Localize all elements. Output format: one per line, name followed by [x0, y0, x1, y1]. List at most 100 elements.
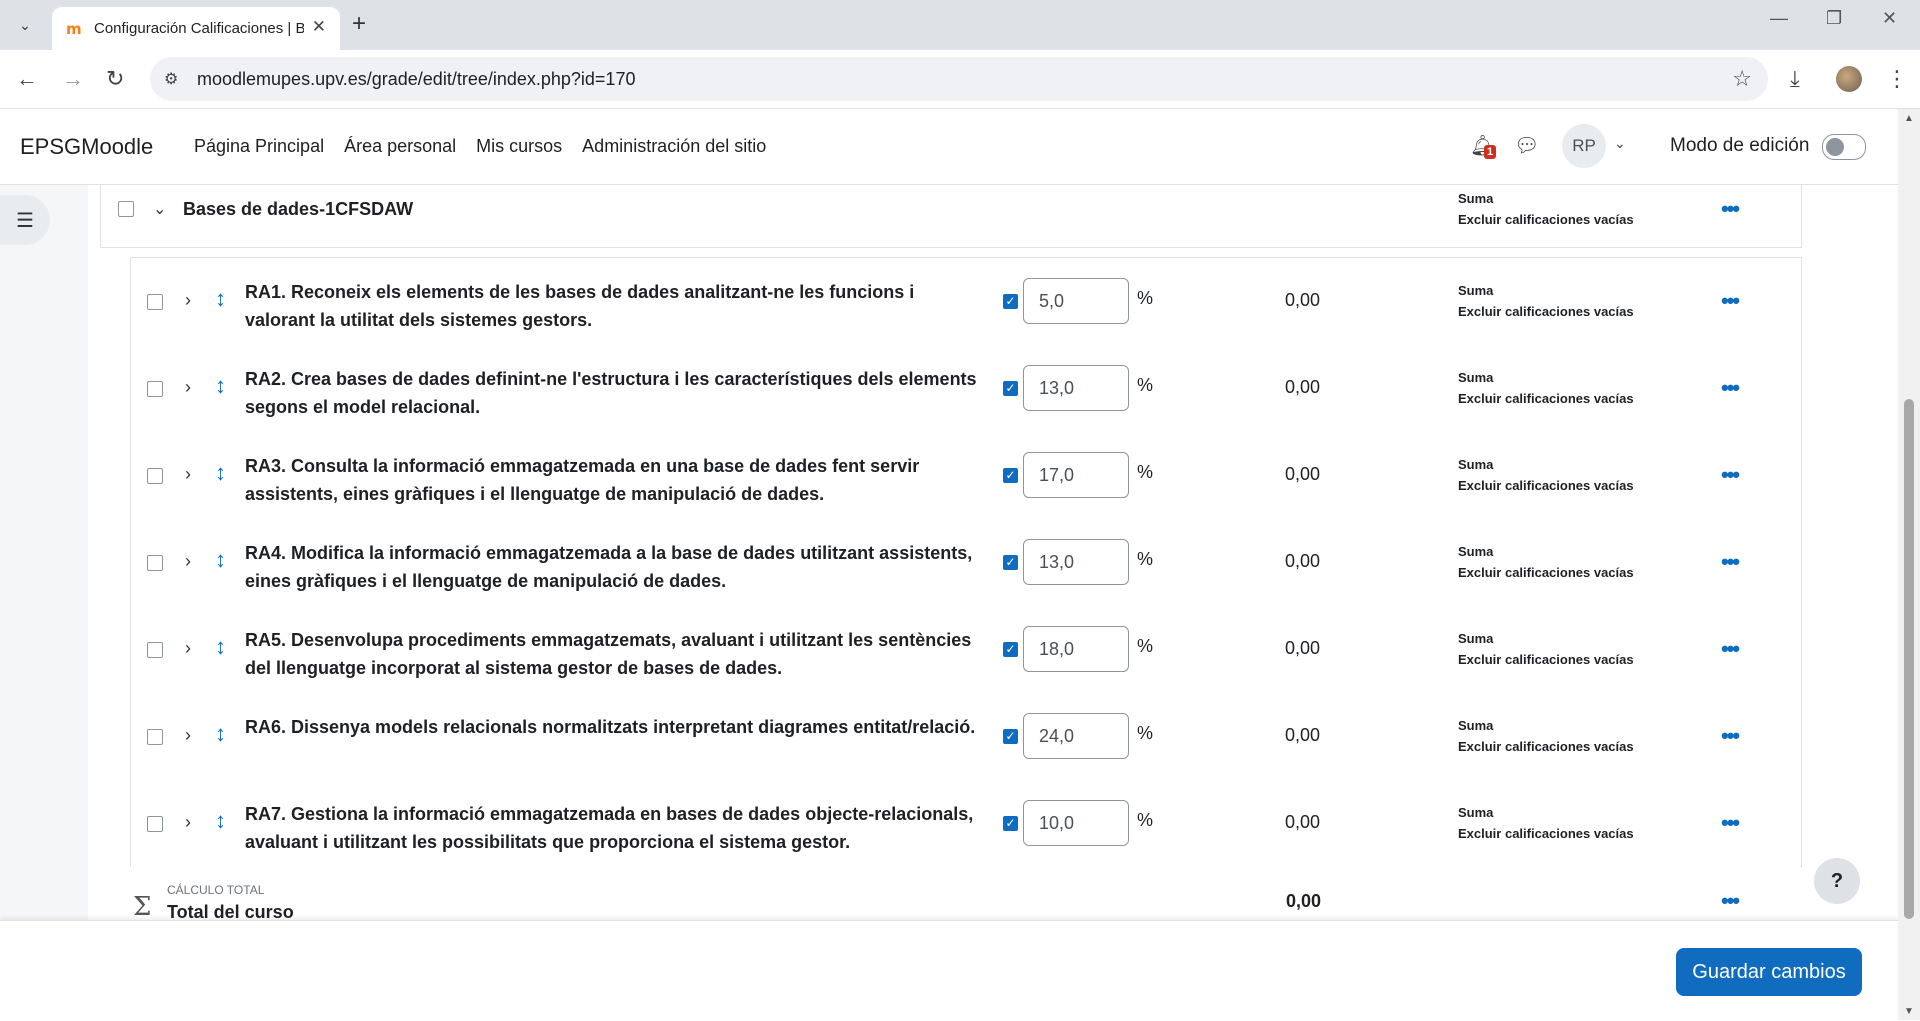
expand-chevron-icon[interactable]: › — [185, 464, 191, 485]
weight-input[interactable] — [1023, 278, 1129, 324]
grade-item-name[interactable]: RA3. Consulta la informació emmagatzemad… — [245, 452, 985, 508]
item-actions-menu-icon[interactable]: ••• — [1721, 812, 1740, 834]
collapse-chevron-icon[interactable]: ⌄ — [153, 199, 166, 219]
nav-link-dashboard[interactable]: Área personal — [344, 136, 456, 157]
move-arrows-icon[interactable]: ↕ — [215, 547, 226, 573]
weight-override-checkbox[interactable]: ✓ — [1003, 468, 1018, 483]
item-actions-menu-icon[interactable]: ••• — [1721, 551, 1740, 573]
download-icon[interactable]: ⤓ — [1790, 66, 1800, 92]
user-avatar[interactable]: RP — [1562, 124, 1606, 168]
aggregation-method: Suma — [1458, 805, 1494, 820]
expand-chevron-icon[interactable]: › — [185, 638, 191, 659]
user-menu-chevron-icon[interactable]: ⌄ — [1614, 135, 1626, 152]
bookmark-star-icon[interactable]: ☆ — [1732, 66, 1752, 92]
grade-item-name[interactable]: RA5. Desenvolupa procediments emmagatzem… — [245, 626, 985, 682]
minimize-icon[interactable]: — — [1770, 8, 1788, 29]
aggregation-note: Excluir calificaciones vacías — [1458, 652, 1634, 667]
weight-override-checkbox[interactable]: ✓ — [1003, 642, 1018, 657]
item-select-checkbox[interactable] — [147, 555, 163, 571]
move-arrows-icon[interactable]: ↕ — [215, 634, 226, 660]
item-actions-menu-icon[interactable]: ••• — [1721, 290, 1740, 312]
nav-link-my-courses[interactable]: Mis cursos — [476, 136, 562, 157]
grade-item-name[interactable]: RA7. Gestiona la informació emmagatzemad… — [245, 800, 985, 856]
weight-input[interactable] — [1023, 452, 1129, 498]
page-scrollbar[interactable]: ▲ ▼ — [1898, 109, 1920, 1020]
scroll-up-icon[interactable]: ▲ — [1904, 113, 1914, 124]
item-actions-menu-icon[interactable]: ••• — [1721, 638, 1740, 660]
edit-mode-toggle[interactable] — [1822, 134, 1866, 160]
help-button[interactable]: ? — [1814, 858, 1860, 904]
aggregation-note: Excluir calificaciones vacías — [1458, 565, 1634, 580]
item-actions-menu-icon[interactable]: ••• — [1721, 464, 1740, 486]
move-arrows-icon[interactable]: ↕ — [215, 373, 226, 399]
item-select-checkbox[interactable] — [147, 381, 163, 397]
grade-item-name[interactable]: RA2. Crea bases de dades definint-ne l'e… — [245, 365, 985, 421]
expand-chevron-icon[interactable]: › — [185, 290, 191, 311]
url-text[interactable]: moodlemupes.upv.es/grade/edit/tree/index… — [197, 69, 635, 90]
move-arrows-icon[interactable]: ↕ — [215, 286, 226, 312]
nav-link-home[interactable]: Página Principal — [194, 136, 324, 157]
percent-sign: % — [1137, 723, 1154, 743]
item-aggregation: Suma Excluir calificaciones vacías — [1458, 715, 1634, 757]
grade-item-name[interactable]: RA6. Dissenya models relacionals normali… — [245, 713, 985, 741]
omnibox[interactable]: ⚙ moodlemupes.upv.es/grade/edit/tree/ind… — [150, 57, 1768, 101]
item-select-checkbox[interactable] — [147, 642, 163, 658]
course-index-drawer-button[interactable]: ☰ — [0, 195, 50, 245]
messages-chat-icon[interactable]: 💬︎ — [1514, 133, 1539, 158]
total-actions-menu-icon[interactable]: ••• — [1721, 890, 1740, 912]
weight-input[interactable] — [1023, 365, 1129, 411]
browser-menu-icon[interactable]: ⋮ — [1886, 66, 1908, 92]
weight-override-checkbox[interactable]: ✓ — [1003, 555, 1018, 570]
notifications-bell-icon[interactable]: 🔔︎ 1 — [1470, 133, 1497, 159]
close-window-icon[interactable]: ✕ — [1882, 8, 1897, 29]
item-select-checkbox[interactable] — [147, 294, 163, 310]
item-select-checkbox[interactable] — [147, 468, 163, 484]
item-actions-menu-icon[interactable]: ••• — [1721, 725, 1740, 747]
tab-search-icon[interactable]: ⌄ — [10, 12, 40, 38]
move-arrows-icon[interactable]: ↕ — [215, 460, 226, 486]
restore-icon[interactable]: ❐ — [1826, 8, 1842, 29]
grade-item-name[interactable]: RA4. Modifica la informació emmagatzemad… — [245, 539, 985, 595]
category-select-checkbox[interactable] — [118, 201, 134, 217]
item-select-checkbox[interactable] — [147, 729, 163, 745]
site-brand[interactable]: EPSGMoodle — [20, 134, 153, 160]
weight-override-checkbox[interactable]: ✓ — [1003, 381, 1018, 396]
grade-item-name[interactable]: RA1. Reconeix els elements de les bases … — [245, 278, 985, 334]
item-select-checkbox[interactable] — [147, 816, 163, 832]
expand-chevron-icon[interactable]: › — [185, 551, 191, 572]
weight-override-checkbox[interactable]: ✓ — [1003, 729, 1018, 744]
forward-icon[interactable]: → — [62, 66, 84, 92]
save-changes-button[interactable]: Guardar cambios — [1676, 948, 1862, 996]
scroll-down-icon[interactable]: ▼ — [1904, 1006, 1914, 1017]
sigma-icon: Σ — [133, 892, 152, 920]
reload-icon[interactable]: ↻ — [106, 66, 124, 92]
aggregation-method: Suma — [1458, 457, 1494, 472]
browser-tab[interactable]: m Configuración Calificaciones | B ✕ — [52, 7, 340, 50]
back-icon[interactable]: ← — [16, 66, 38, 92]
scrollbar-thumb[interactable] — [1904, 399, 1914, 919]
expand-chevron-icon[interactable]: › — [185, 812, 191, 833]
item-actions-menu-icon[interactable]: ••• — [1721, 377, 1740, 399]
nav-link-site-admin[interactable]: Administración del sitio — [582, 136, 766, 157]
move-arrows-icon[interactable]: ↕ — [215, 808, 226, 834]
new-tab-icon[interactable]: + — [352, 10, 366, 38]
tab-close-icon[interactable]: ✕ — [312, 17, 326, 37]
browser-profile-avatar[interactable] — [1836, 66, 1862, 92]
weight-input[interactable] — [1023, 626, 1129, 672]
aggregation-note: Excluir calificaciones vacías — [1458, 304, 1634, 319]
site-info-icon[interactable]: ⚙ — [164, 69, 178, 89]
max-grade-value: 0,00 — [1285, 812, 1321, 832]
max-grade-value: 0,00 — [1285, 638, 1321, 658]
aggregation-note: Excluir calificaciones vacías — [1458, 478, 1634, 493]
category-aggregation: Suma Excluir calificaciones vacías — [1458, 188, 1634, 230]
weight-input[interactable] — [1023, 800, 1129, 846]
weight-input[interactable] — [1023, 713, 1129, 759]
weight-override-checkbox[interactable]: ✓ — [1003, 816, 1018, 831]
expand-chevron-icon[interactable]: › — [185, 725, 191, 746]
grade-category-header: ⌄ Bases de dades-1CFSDAW Suma Excluir ca… — [100, 185, 1802, 248]
category-actions-menu-icon[interactable]: ••• — [1721, 198, 1740, 220]
move-arrows-icon[interactable]: ↕ — [215, 721, 226, 747]
weight-override-checkbox[interactable]: ✓ — [1003, 294, 1018, 309]
expand-chevron-icon[interactable]: › — [185, 377, 191, 398]
weight-input[interactable] — [1023, 539, 1129, 585]
